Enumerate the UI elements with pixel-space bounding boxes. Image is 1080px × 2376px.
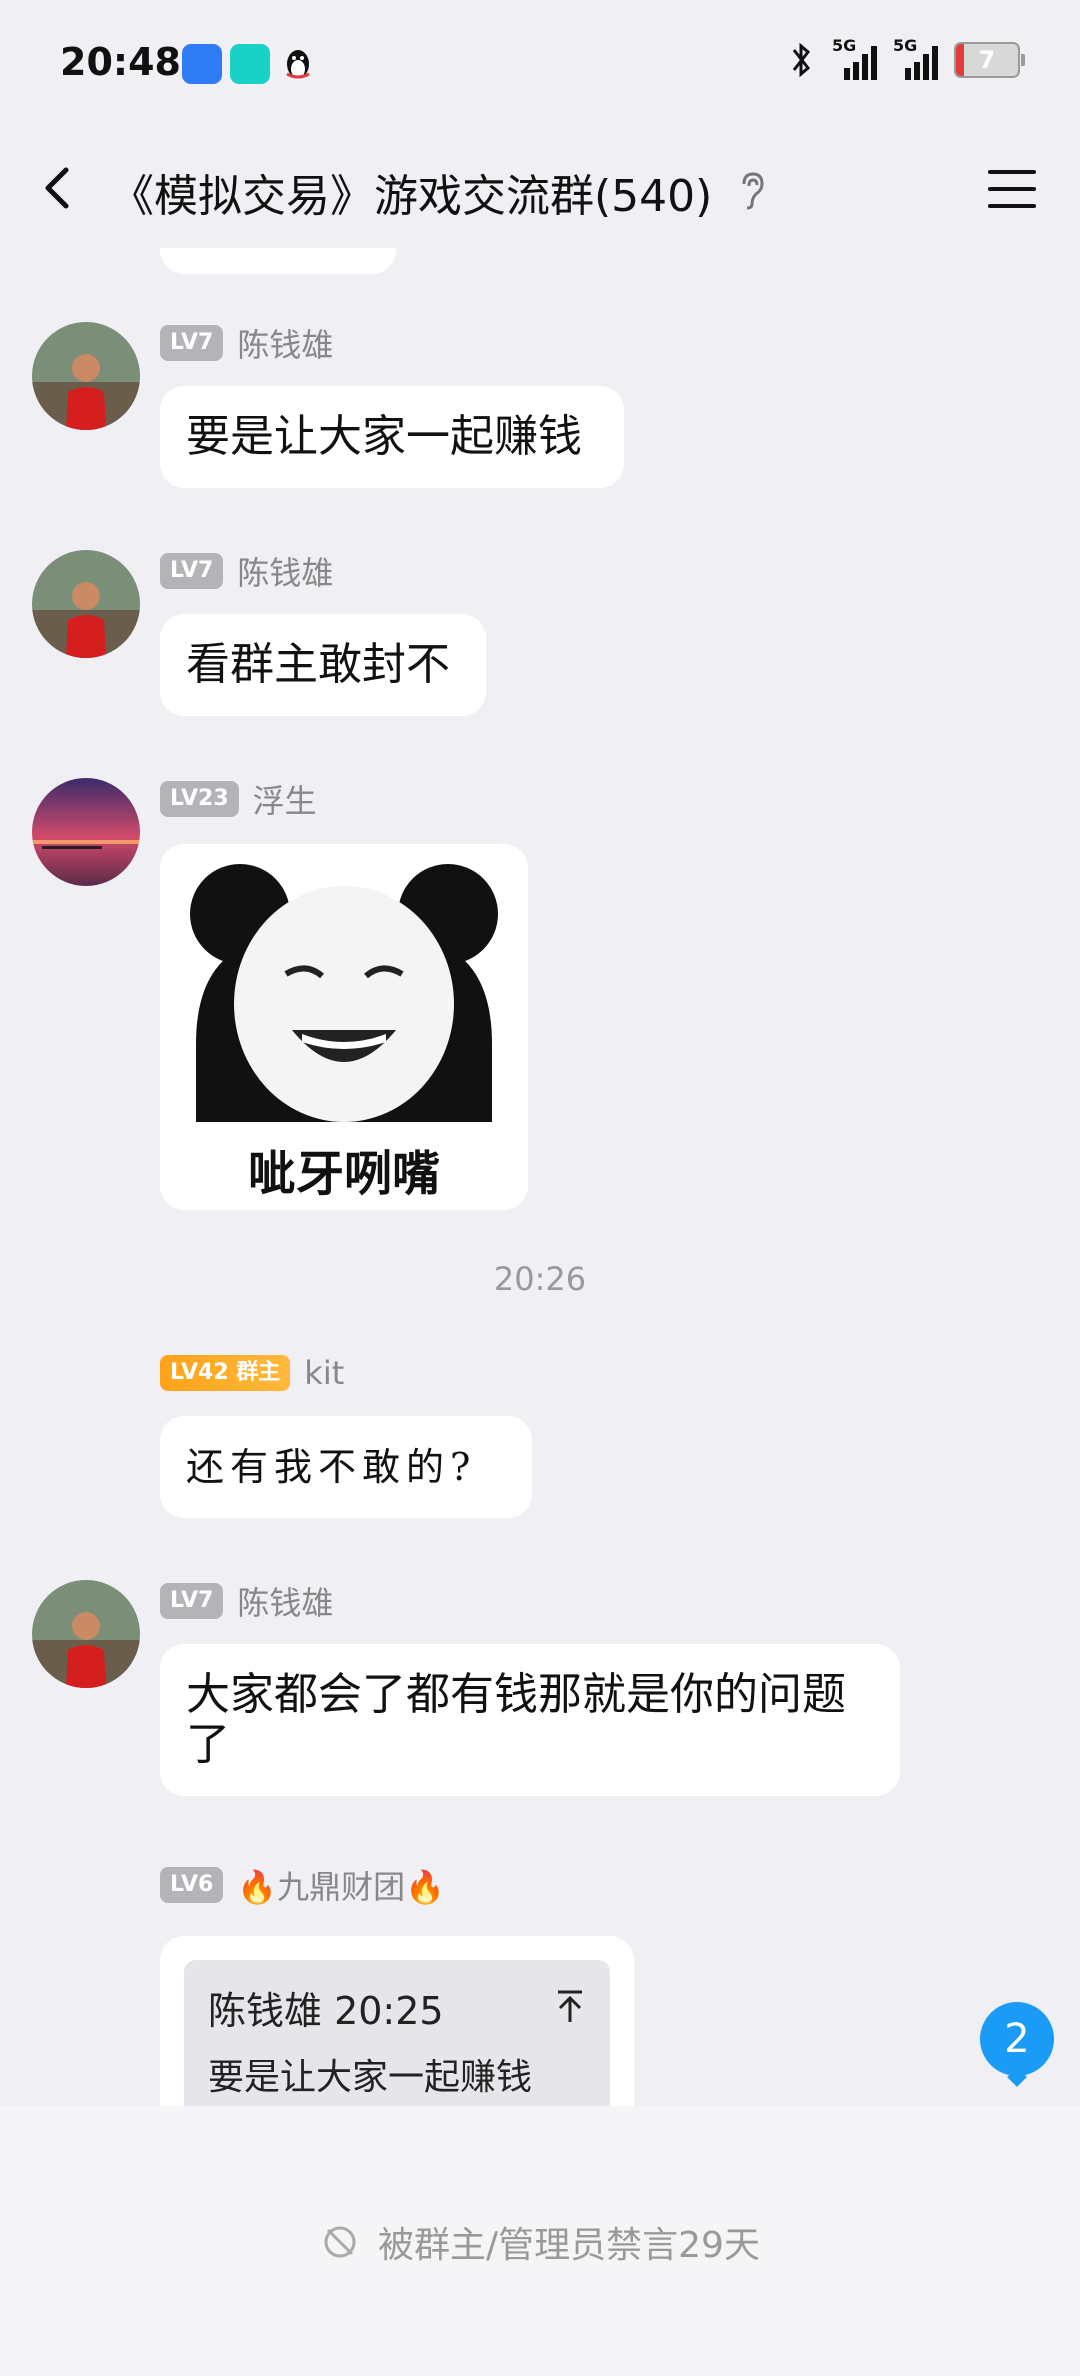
panda-sticker-image — [190, 864, 498, 1122]
level-badge: LV23 — [160, 781, 239, 817]
sender-name[interactable]: 陈钱雄 — [237, 548, 333, 594]
quote-text: 要是让大家一起赚钱 — [208, 2057, 533, 2098]
menu-button[interactable] — [984, 164, 1040, 214]
battery-icon: 7 — [954, 42, 1025, 78]
chat-header: 《模拟交易》游戏交流群(540) — [0, 130, 1080, 248]
sender-meta: LV23 浮生 — [160, 778, 317, 820]
level-badge: LV7 — [160, 1583, 224, 1619]
hamburger-icon — [988, 170, 1036, 208]
message-bubble[interactable]: 要是让大家一起赚钱 — [160, 386, 624, 488]
quoted-message[interactable]: 陈钱雄 20:25 要是让大家一起赚钱 — [184, 1960, 610, 2106]
chat-title[interactable]: 《模拟交易》游戏交流群(540) — [110, 160, 712, 224]
network-label-2: 5G — [893, 36, 918, 55]
mute-notice: 被群主/管理员禁言29天 — [0, 2216, 1080, 2268]
level-badge: LV7 — [160, 553, 224, 589]
avatar[interactable] — [32, 778, 140, 886]
jump-to-top-icon[interactable] — [550, 1986, 590, 2026]
signal-icon-1: 5G — [832, 36, 877, 80]
sender-meta: LV7 陈钱雄 — [160, 550, 333, 592]
new-message-badge[interactable]: 2 — [980, 2002, 1054, 2076]
sticker-bubble[interactable]: 呲牙咧嘴 — [160, 844, 528, 1210]
message-bubble[interactable]: 还有我不敢的? — [160, 1416, 532, 1518]
sticker-caption: 呲牙咧嘴 — [247, 1146, 440, 1202]
avatar[interactable] — [32, 550, 140, 658]
app-notification-icon-qq — [278, 44, 318, 84]
avatar[interactable] — [32, 322, 140, 430]
message-bubble-partial[interactable] — [160, 248, 396, 274]
sender-meta: LV7 陈钱雄 — [160, 322, 333, 364]
sender-name[interactable]: 浮生 — [253, 776, 317, 822]
level-badge: LV7 — [160, 325, 224, 361]
mute-notice-text: 被群主/管理员禁言29天 — [378, 2225, 760, 2266]
sender-name[interactable]: 🔥九鼎财团🔥 — [237, 1862, 445, 1908]
message-bubble[interactable]: 大家都会了都有钱那就是你的问题了 — [160, 1644, 900, 1796]
app-notification-icon-browser — [182, 44, 222, 84]
sender-name[interactable]: kit — [304, 1354, 344, 1392]
status-bar: 20:48 5G 5G 7 — [0, 0, 1080, 130]
sender-meta: LV42 群主 kit — [160, 1352, 344, 1394]
status-time: 20:48 — [60, 40, 181, 84]
muted-icon — [324, 2226, 356, 2258]
input-area-muted: 被群主/管理员禁言29天 — [0, 2106, 1080, 2376]
level-badge: LV6 — [160, 1867, 224, 1903]
reply-bubble[interactable]: 陈钱雄 20:25 要是让大家一起赚钱 — [160, 1936, 634, 2106]
bluetooth-icon — [792, 42, 811, 78]
signal-icon-2: 5G — [893, 36, 938, 80]
chat-message-list[interactable]: LV7 陈钱雄 要是让大家一起赚钱 LV7 陈钱雄 看群主敢封不 LV23 浮生 — [0, 248, 1080, 2106]
sender-name[interactable]: 陈钱雄 — [237, 320, 333, 366]
avatar[interactable] — [32, 1580, 140, 1688]
back-button[interactable] — [28, 158, 88, 218]
sender-name[interactable]: 陈钱雄 — [237, 1578, 333, 1624]
message-bubble[interactable]: 看群主敢封不 — [160, 614, 486, 716]
sender-meta: LV6 🔥九鼎财团🔥 — [160, 1864, 445, 1906]
quote-header: 陈钱雄 20:25 — [208, 1989, 444, 2033]
owner-level-badge: LV42 群主 — [160, 1355, 291, 1391]
chevron-left-icon — [45, 167, 69, 209]
sender-meta: LV7 陈钱雄 — [160, 1580, 333, 1622]
network-label-1: 5G — [832, 36, 857, 55]
timestamp-divider: 20:26 — [493, 1260, 587, 1298]
app-notification-icon-tap — [230, 44, 270, 84]
ear-icon[interactable] — [732, 168, 772, 212]
